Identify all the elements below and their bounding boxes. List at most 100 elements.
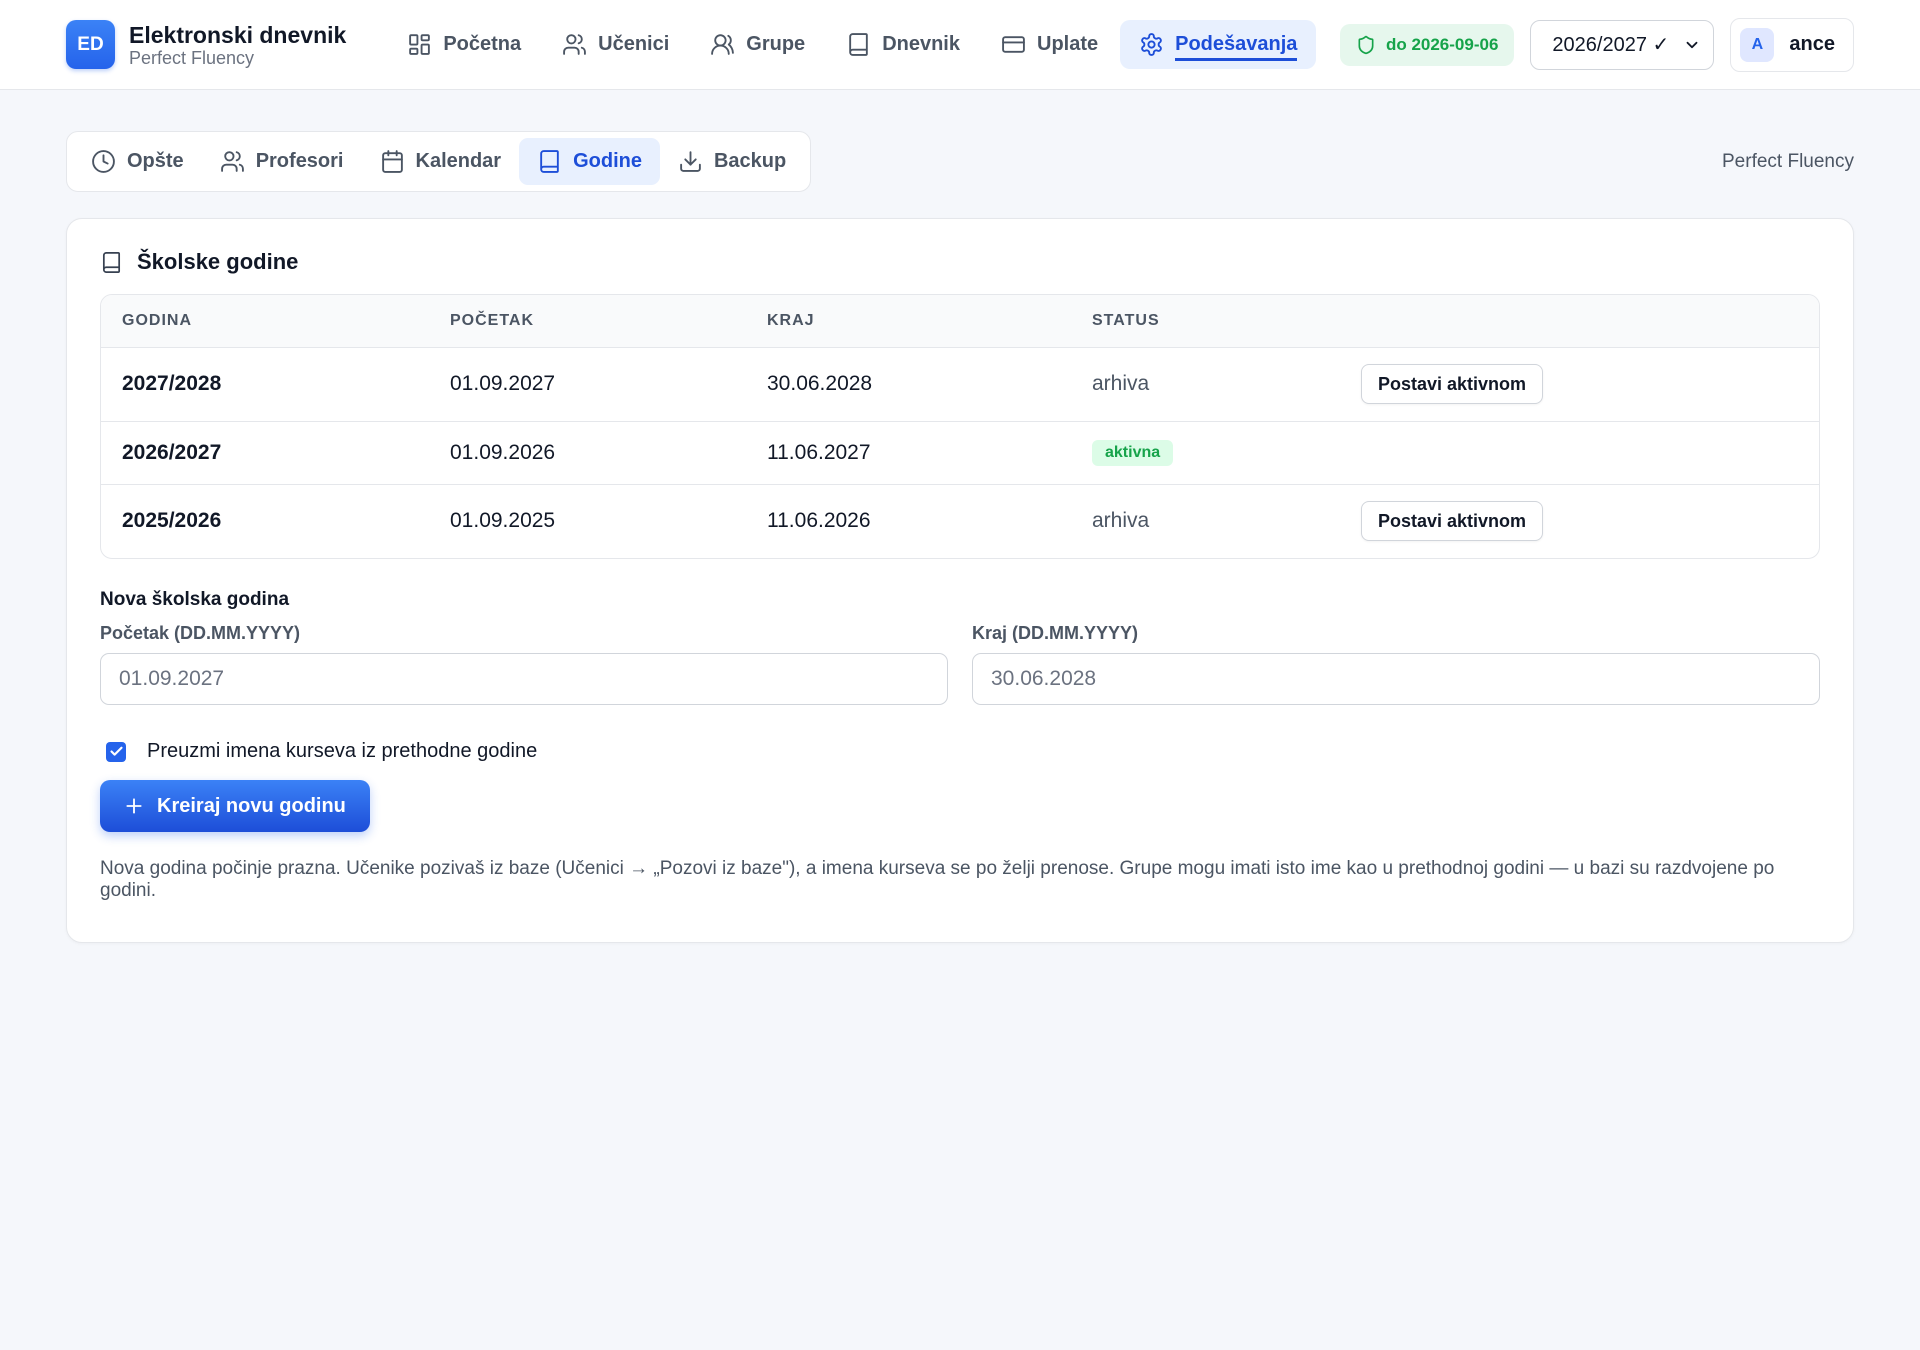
status-cell: aktivna: [1071, 421, 1340, 485]
create-year-label: Kreiraj novu godinu: [157, 794, 346, 817]
nav-item-dnevnik[interactable]: Dnevnik: [827, 20, 979, 69]
column-header-pocetak: POČETAK: [429, 295, 746, 348]
tab-label: Kalendar: [415, 150, 502, 172]
organization-name: Perfect Fluency: [1722, 150, 1854, 172]
start-cell: 01.09.2027: [429, 347, 746, 422]
column-header-status: STATUS: [1071, 295, 1340, 348]
nav-item-grupe[interactable]: Grupe: [691, 20, 824, 69]
settings-subbar: Opšte Profesori Kalendar Godine Backup P…: [66, 131, 1854, 192]
clock-icon: [92, 150, 115, 173]
start-cell: 01.09.2026: [429, 421, 746, 485]
user-menu[interactable]: A ance: [1730, 17, 1854, 72]
help-text: Nova godina počinje prazna. Učenike pozi…: [100, 858, 1775, 901]
action-cell: Postavi aktivnom: [1340, 484, 1819, 558]
nav-item-uplate[interactable]: Uplate: [982, 20, 1117, 69]
users-icon: [220, 151, 244, 172]
column-header-kraj: KRAJ: [746, 295, 1071, 348]
start-date-input[interactable]: [100, 653, 948, 705]
check-icon: [109, 746, 123, 756]
gear-icon: [1141, 33, 1162, 56]
start-field-group: Početak (DD.MM.YYYY): [100, 623, 948, 705]
tab-backup[interactable]: Backup: [660, 138, 804, 185]
nav-item-ucenici[interactable]: Učenici: [543, 20, 688, 69]
year-cell: 2027/2028: [101, 347, 429, 422]
main-content: Opšte Profesori Kalendar Godine Backup P…: [0, 131, 1920, 943]
nav-label: Učenici: [598, 33, 670, 55]
card-title-text: Školske godine: [137, 249, 299, 274]
end-cell: 11.06.2027: [746, 421, 1071, 485]
school-year-value: 2026/2027 ✓: [1552, 34, 1670, 56]
end-field-group: Kraj (DD.MM.YYYY): [972, 623, 1820, 705]
book-icon: [849, 33, 868, 56]
nav-label: Podešavanja: [1175, 33, 1298, 61]
license-label: do 2026-09-06: [1385, 34, 1499, 54]
book-icon: [540, 150, 559, 173]
user-group-icon: [711, 34, 735, 55]
copy-courses-label[interactable]: Preuzmi imena kurseva iz prethodne godin…: [147, 740, 537, 763]
card-title: Školske godine: [100, 249, 1820, 275]
end-date-label: Kraj (DD.MM.YYYY): [972, 623, 1139, 643]
end-date-input[interactable]: [972, 653, 1820, 705]
set-active-button[interactable]: Postavi aktivnom: [1361, 501, 1544, 542]
action-cell: Postavi aktivnom: [1340, 347, 1819, 422]
user-name: ance: [1789, 33, 1835, 55]
header-tools: do 2026-09-06 2026/2027 ✓ A ance: [1339, 17, 1854, 72]
end-cell: 11.06.2026: [767, 509, 871, 533]
main-nav: Početna Učenici Grupe Dnevnik Uplate Pod…: [388, 20, 1319, 69]
shield-icon: [1358, 35, 1374, 54]
tab-label: Profesori: [255, 150, 344, 172]
action-cell: [1340, 421, 1819, 485]
copy-courses-checkbox[interactable]: [106, 741, 126, 762]
year-cell: 2026/2027: [101, 421, 429, 485]
tab-godine[interactable]: Godine: [519, 138, 660, 185]
settings-tabs: Opšte Profesori Kalendar Godine Backup: [66, 131, 812, 192]
table-header: GODINA POČETAK KRAJ STATUS: [101, 295, 1819, 348]
school-year-select[interactable]: 2026/2027 ✓: [1530, 19, 1715, 70]
calendar-icon: [381, 150, 403, 173]
grid-icon: [409, 34, 431, 55]
app-logo: ED: [66, 20, 115, 69]
license-badge: do 2026-09-06: [1339, 23, 1515, 66]
tab-opste[interactable]: Opšte: [73, 138, 202, 185]
table-row: 2025/2026 01.09.2025 11.06.2026 arhiva P…: [101, 484, 1819, 558]
nav-item-podesavanja[interactable]: Podešavanja: [1120, 20, 1317, 69]
app-subtitle: Perfect Fluency: [129, 47, 255, 68]
chevron-down-icon: [1686, 41, 1698, 48]
tab-profesori[interactable]: Profesori: [202, 138, 362, 185]
start-date-label: Početak (DD.MM.YYYY): [100, 623, 301, 643]
nav-label: Početna: [443, 33, 522, 55]
tab-label: Backup: [713, 150, 787, 172]
status-cell: arhiva: [1071, 347, 1340, 422]
nav-label: Grupe: [746, 33, 806, 55]
copy-courses-option: Preuzmi imena kurseva iz prethodne godin…: [100, 740, 1820, 763]
book-icon: [102, 251, 121, 273]
school-years-card: Školske godine GODINA POČETAK KRAJ STATU…: [66, 218, 1854, 943]
credit-card-icon: [1002, 36, 1025, 53]
brand[interactable]: ED Elektronski dnevnik Perfect Fluency: [66, 20, 346, 69]
set-active-button[interactable]: Postavi aktivnom: [1361, 364, 1544, 404]
column-header-godina: GODINA: [101, 295, 429, 348]
download-icon: [680, 151, 701, 172]
year-cell: 2025/2026: [122, 509, 222, 533]
brand-text: Elektronski dnevnik Perfect Fluency: [129, 22, 346, 68]
school-years-table: GODINA POČETAK KRAJ STATUS 2027/2028 01.…: [100, 294, 1820, 559]
end-cell: 30.06.2028: [746, 347, 1071, 422]
status-badge: aktivna: [1092, 440, 1174, 466]
start-cell: 01.09.2025: [450, 509, 556, 533]
new-year-fields: Početak (DD.MM.YYYY) Kraj (DD.MM.YYYY): [100, 623, 1820, 705]
nav-label: Dnevnik: [882, 33, 960, 55]
avatar: A: [1740, 27, 1775, 62]
plus-icon: [126, 798, 142, 814]
table-row: 2026/2027 01.09.2026 11.06.2027 aktivna: [101, 421, 1819, 485]
nav-label: Uplate: [1037, 33, 1099, 55]
status-cell: arhiva: [1092, 509, 1150, 533]
tab-label: Godine: [573, 150, 642, 172]
tab-label: Opšte: [127, 150, 184, 172]
column-header-actions: [1340, 295, 1819, 348]
nav-item-pocetna[interactable]: Početna: [388, 20, 540, 69]
app-title: Elektronski dnevnik: [129, 21, 347, 48]
users-icon: [563, 34, 586, 55]
create-year-button[interactable]: Kreiraj novu godinu: [100, 780, 370, 832]
new-year-title: Nova školska godina: [100, 589, 290, 610]
tab-kalendar[interactable]: Kalendar: [362, 138, 520, 185]
